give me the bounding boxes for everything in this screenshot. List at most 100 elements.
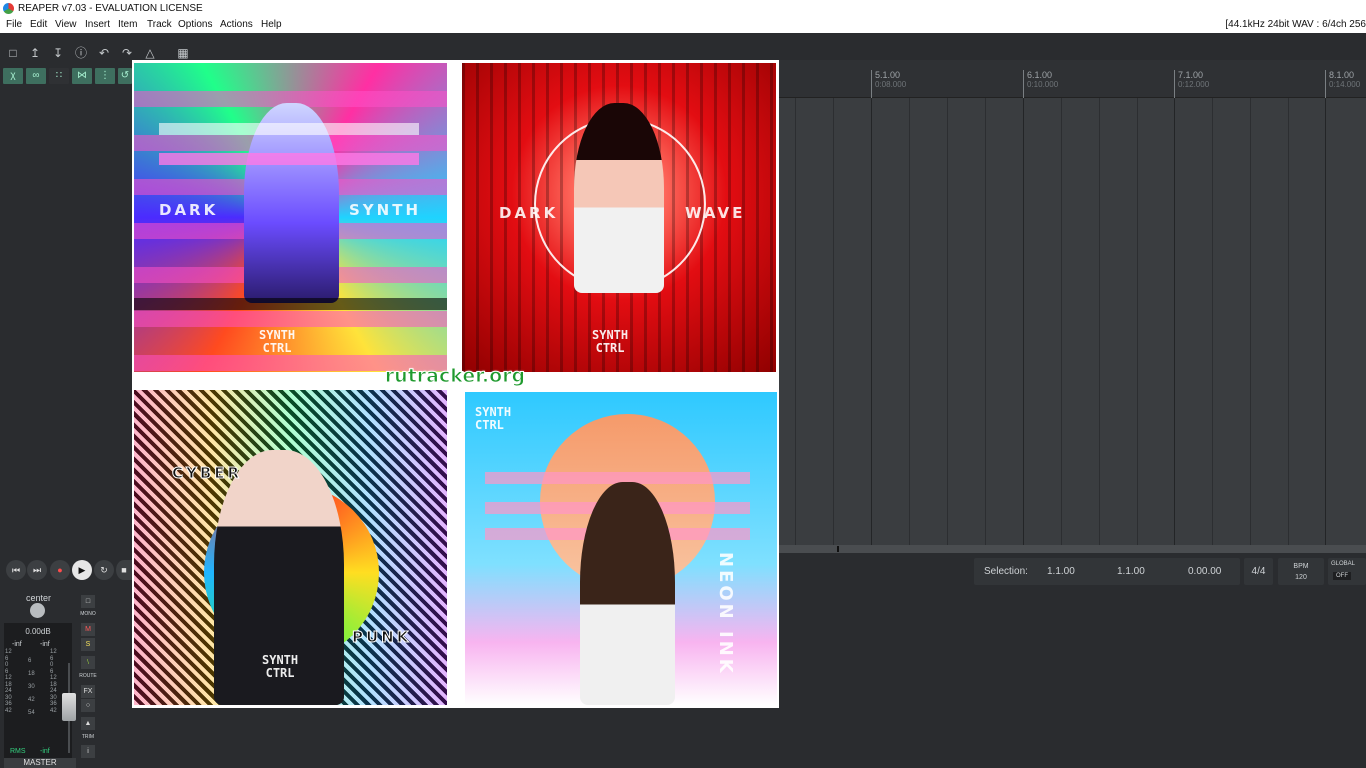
go-to-start-icon[interactable]: ⏮ — [6, 560, 26, 580]
menu-bar: File Edit View Insert Item Track Options… — [0, 17, 1366, 33]
volume-fader[interactable] — [62, 663, 76, 753]
pan-label: center — [26, 593, 52, 603]
grid-line — [947, 98, 948, 545]
audio-device-status[interactable]: [44.1kHz 24bit WAV : 6/4ch 256 — [1225, 19, 1366, 30]
peak-left: -inf — [12, 641, 22, 648]
grid-icon[interactable]: ▦ — [174, 45, 192, 61]
play-button[interactable]: ▶ — [72, 560, 92, 580]
menu-options[interactable]: Options — [178, 19, 212, 30]
trim-icon[interactable]: ▲ — [81, 717, 95, 730]
grid-lines-icon[interactable]: ⋮ — [95, 68, 115, 84]
peak-right: -inf — [40, 641, 50, 648]
bpm-display[interactable]: BPM 120 — [1278, 558, 1324, 585]
ripple-edit-icon[interactable]: χ — [3, 68, 23, 84]
rms-label: RMS — [10, 748, 26, 755]
menu-help[interactable]: Help — [261, 19, 282, 30]
record-button[interactable]: ● — [50, 560, 70, 580]
glitch-bar — [134, 298, 447, 310]
timeline-ruler[interactable]: 5.1.00 0:08.000 6.1.00 0:10.000 7.1.00 0:12… — [779, 60, 1366, 98]
selection-length[interactable]: 0.00.00 — [1188, 566, 1221, 577]
cover-word-top: CYBER — [171, 464, 243, 483]
snap-icon[interactable]: ⋈ — [72, 68, 92, 84]
timeline-marker: 7.1.00 0:12.000 — [1174, 70, 1209, 98]
figure-portrait — [580, 482, 675, 705]
global-state[interactable]: OFF — [1333, 572, 1351, 580]
fx-bypass-icon[interactable]: ○ — [81, 699, 95, 712]
fader-cap[interactable] — [62, 693, 76, 721]
open-project-icon[interactable]: ↥ — [26, 45, 44, 61]
scrollbar-thumb[interactable] — [837, 546, 839, 552]
fx-button[interactable]: FX — [81, 685, 95, 698]
trim-label: TRIM — [81, 734, 95, 740]
timeline-marker: 5.1.00 0:08.000 — [871, 70, 906, 98]
menu-item[interactable]: Item — [118, 19, 137, 30]
mono-icon[interactable]: □ — [81, 595, 95, 608]
watermark: rutracker.org — [384, 365, 526, 388]
cover-brand: SYNTH CTRL — [259, 328, 296, 355]
cover-brand: SYNTH CTRL — [592, 328, 629, 355]
reaper-logo-icon — [3, 3, 14, 14]
meter-scale-right: 12 6 0 6 12 18 24 30 36 42 — [50, 649, 57, 714]
arrange-view[interactable]: 5.1.00 0:08.000 6.1.00 0:10.000 7.1.00 0:12… — [779, 60, 1366, 545]
master-mixer: center 0.00dB -inf -inf 12 6 0 6 12 18 24 30 36 4… — [0, 593, 132, 768]
menu-file[interactable]: File — [6, 19, 22, 30]
cover-word-bottom: PUNK — [351, 628, 412, 647]
grid-line — [985, 98, 986, 545]
menu-insert[interactable]: Insert — [85, 19, 110, 30]
metronome-icon[interactable]: △ — [141, 45, 159, 61]
selection-panel[interactable]: Selection: 1.1.00 1.1.00 0.00.00 — [974, 558, 1240, 585]
selection-start[interactable]: 1.1.00 — [1047, 566, 1075, 577]
grid-line — [1288, 98, 1289, 545]
grid-line — [1174, 98, 1175, 545]
repeat-icon[interactable]: ↻ — [94, 560, 114, 580]
menu-actions[interactable]: Actions — [220, 19, 253, 30]
menu-edit[interactable]: Edit — [30, 19, 47, 30]
glitch-bar — [159, 123, 419, 135]
title-bar: REAPER v7.03 - EVALUATION LICENSE — [0, 0, 1366, 17]
snap-grid-icon[interactable]: ∷ — [49, 68, 69, 84]
track-control-panel[interactable] — [0, 90, 132, 545]
global-automation[interactable]: GLOBAL OFF — [1328, 558, 1366, 585]
master-track-label: MASTER — [4, 758, 76, 768]
figure-portrait — [574, 103, 664, 293]
time-signature[interactable]: 4/4 — [1244, 558, 1273, 585]
grid-line — [871, 98, 872, 545]
save-project-icon[interactable]: ↧ — [49, 45, 67, 61]
selection-label: Selection: — [984, 566, 1028, 577]
cover-neon: SYNTH CTRL NEON INK — [465, 392, 777, 705]
grid-line — [909, 98, 910, 545]
grid-line — [1325, 98, 1326, 545]
route-icon[interactable]: ⧵ — [81, 656, 95, 669]
cover-cyber-punk: CYBER PUNK SYNTH CTRL — [134, 390, 447, 705]
pan-knob[interactable] — [30, 603, 45, 618]
selection-end[interactable]: 1.1.00 — [1117, 566, 1145, 577]
cover-dark-synth: DARK SYNTH SYNTH CTRL — [134, 63, 447, 372]
item-grouping-icon[interactable]: ∞ — [26, 68, 46, 84]
undo-icon[interactable]: ↶ — [95, 45, 113, 61]
volume-readout: 0.00dB — [25, 627, 51, 636]
bpm-value[interactable]: 120 — [1278, 572, 1324, 583]
info-button[interactable]: i — [81, 745, 95, 758]
new-project-icon[interactable]: □ — [4, 45, 22, 61]
go-to-end-icon[interactable]: ⏭ — [27, 560, 47, 580]
reaper-window: REAPER v7.03 - EVALUATION LICENSE File E… — [0, 0, 1366, 768]
menu-view[interactable]: View — [55, 19, 77, 30]
mute-button[interactable]: M — [81, 623, 95, 636]
cover-word-right: WAVE — [685, 204, 746, 222]
redo-icon[interactable]: ↷ — [118, 45, 136, 61]
grid-line — [1023, 98, 1024, 545]
grid-line — [833, 98, 834, 545]
project-settings-icon[interactable]: ⓘ — [72, 45, 90, 61]
menu-track[interactable]: Track — [147, 19, 172, 30]
stop-button[interactable]: ■ — [116, 560, 132, 580]
solo-button[interactable]: S — [81, 638, 95, 651]
cover-word-right: SYNTH — [349, 201, 422, 219]
bpm-label: BPM — [1293, 563, 1309, 570]
timeline-marker: 8.1.00 0:14.000 — [1325, 70, 1360, 98]
cover-dark-wave: DARK WAVE SYNTH CTRL — [462, 63, 776, 372]
loop-icon[interactable]: ↺ — [118, 68, 132, 84]
grid-line — [1061, 98, 1062, 545]
horizontal-scrollbar[interactable] — [779, 545, 1366, 553]
rms-value: -inf — [40, 748, 50, 755]
master-meter: 0.00dB -inf -inf 12 6 0 6 12 18 24 30 36 42 6 18 30… — [4, 623, 76, 761]
